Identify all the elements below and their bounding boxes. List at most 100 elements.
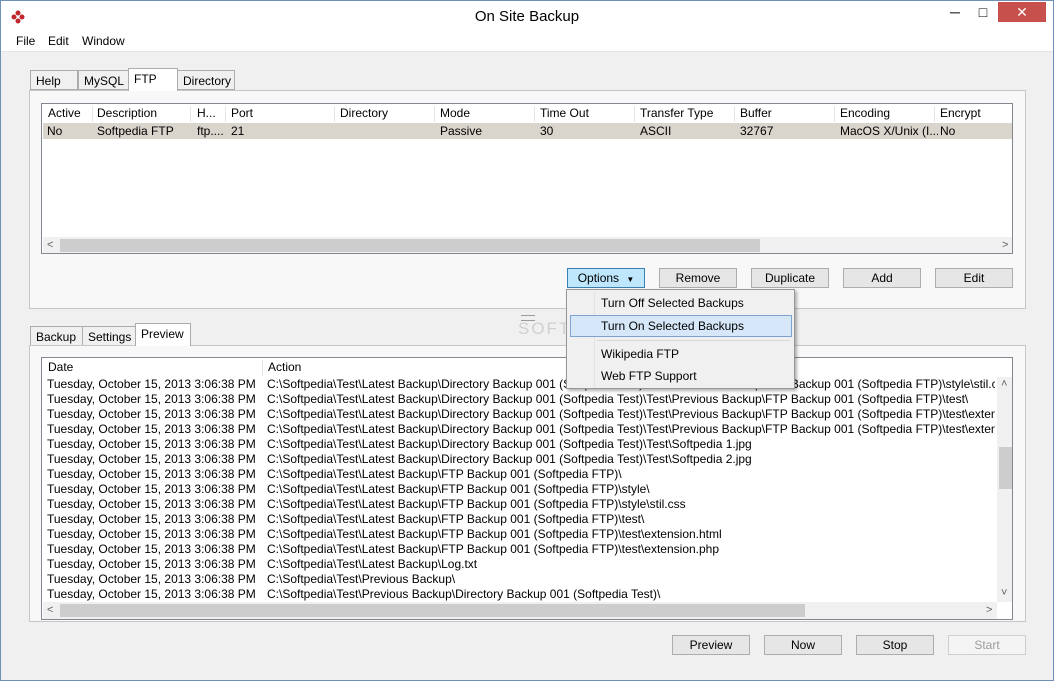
ftp-list-header: Active Description H... Port Directory M…: [42, 104, 1012, 123]
table-row[interactable]: Tuesday, October 15, 2013 3:06:38 PM C:\S…: [42, 407, 997, 422]
table-row-selected[interactable]: No Softpedia FTP ftp.... 21 Passive 30 A…: [43, 123, 1012, 139]
menu-item-wikipedia-ftp[interactable]: Wikipedia FTP: [601, 347, 679, 361]
cell-host: ftp....: [197, 124, 224, 138]
table-row[interactable]: Tuesday, October 15, 2013 3:06:38 PM C:\S…: [42, 437, 997, 452]
menu-window[interactable]: Window: [82, 34, 125, 48]
scrollbar-thumb[interactable]: [999, 447, 1012, 489]
tab-preview[interactable]: Preview: [135, 323, 191, 346]
menu-item-turn-off[interactable]: Turn Off Selected Backups: [601, 296, 744, 310]
tab-help[interactable]: Help: [30, 70, 78, 90]
cell-date: Tuesday, October 15, 2013 3:06:38 PM: [47, 527, 256, 541]
tab-directory[interactable]: Directory: [177, 70, 235, 90]
column-divider[interactable]: [434, 106, 435, 122]
column-divider[interactable]: [534, 106, 535, 122]
column-divider[interactable]: [934, 106, 935, 122]
cell-buffer: 32767: [740, 124, 774, 138]
cell-encrypt: No: [940, 124, 956, 138]
table-row[interactable]: Tuesday, October 15, 2013 3:06:38 PM C:\S…: [42, 422, 997, 437]
preview-button[interactable]: Preview: [672, 635, 750, 655]
table-row[interactable]: Tuesday, October 15, 2013 3:06:38 PM C:\S…: [42, 452, 997, 467]
cell-date: Tuesday, October 15, 2013 3:06:38 PM: [47, 452, 256, 466]
table-row[interactable]: Tuesday, October 15, 2013 3:06:38 PM C:\S…: [42, 557, 997, 572]
column-header[interactable]: Encrypt: [940, 106, 981, 120]
table-row[interactable]: Tuesday, October 15, 2013 3:06:38 PM C:\S…: [42, 527, 997, 542]
tab-mysql[interactable]: MySQL: [78, 70, 129, 90]
column-header[interactable]: Mode: [440, 106, 470, 120]
scroll-right-icon[interactable]: >: [986, 604, 992, 616]
table-row[interactable]: Tuesday, October 15, 2013 3:06:38 PM C:\S…: [42, 392, 997, 407]
table-row[interactable]: Tuesday, October 15, 2013 3:06:38 PM C:\S…: [42, 377, 997, 392]
cell-action: C:\Softpedia\Test\Previous Backup\Direct…: [267, 587, 661, 601]
scrollbar-thumb[interactable]: [60, 604, 805, 617]
table-row[interactable]: Tuesday, October 15, 2013 3:06:38 PM C:\S…: [42, 512, 997, 527]
start-button[interactable]: Start: [948, 635, 1026, 655]
column-header[interactable]: Time Out: [540, 106, 589, 120]
column-divider[interactable]: [834, 106, 835, 122]
scroll-right-icon[interactable]: >: [1002, 239, 1008, 251]
column-divider[interactable]: [334, 106, 335, 122]
table-row[interactable]: Tuesday, October 15, 2013 3:06:38 PM C:\S…: [42, 572, 997, 587]
menu-edit[interactable]: Edit: [48, 34, 69, 48]
stop-button[interactable]: Stop: [856, 635, 934, 655]
preview-vertical-scrollbar[interactable]: ˄ ˅: [997, 377, 1012, 602]
column-header[interactable]: Active: [48, 106, 81, 120]
column-divider[interactable]: [634, 106, 635, 122]
cell-action: C:\Softpedia\Test\Previous Backup\: [267, 572, 456, 586]
close-icon[interactable]: ✕: [998, 2, 1046, 22]
ftp-list-horizontal-scrollbar[interactable]: < >: [43, 237, 1012, 253]
column-divider[interactable]: [734, 106, 735, 122]
cell-date: Tuesday, October 15, 2013 3:06:38 PM: [47, 392, 256, 406]
column-header[interactable]: H...: [197, 106, 216, 120]
tab-ftp[interactable]: FTP: [128, 68, 178, 91]
scroll-left-icon[interactable]: <: [47, 239, 53, 251]
column-divider[interactable]: [92, 106, 93, 122]
table-row[interactable]: Tuesday, October 15, 2013 3:06:38 PM C:\S…: [42, 467, 997, 482]
add-button[interactable]: Add: [843, 268, 921, 288]
edit-button[interactable]: Edit: [935, 268, 1013, 288]
scroll-up-icon[interactable]: ˄: [1001, 378, 1007, 390]
table-row[interactable]: Tuesday, October 15, 2013 3:06:38 PM C:\S…: [42, 482, 997, 497]
column-header[interactable]: Transfer Type: [640, 106, 713, 120]
remove-button[interactable]: Remove: [659, 268, 737, 288]
menu-item-web-ftp-support[interactable]: Web FTP Support: [601, 369, 697, 383]
column-header-date[interactable]: Date: [48, 360, 73, 374]
options-dropdown-button[interactable]: Options ▼: [567, 268, 645, 288]
menu-gutter: [594, 292, 595, 388]
menu-item-turn-on[interactable]: Turn On Selected Backups: [601, 319, 744, 333]
options-menu: Turn Off Selected Backups Turn On Select…: [566, 289, 795, 389]
ftp-backup-list[interactable]: Active Description H... Port Directory M…: [41, 103, 1013, 254]
column-divider[interactable]: [225, 106, 226, 122]
title-bar[interactable]: On Site Backup ─ □ ✕: [1, 1, 1053, 32]
table-row[interactable]: Tuesday, October 15, 2013 3:06:38 PM C:\S…: [42, 542, 997, 557]
cell-date: Tuesday, October 15, 2013 3:06:38 PM: [47, 377, 256, 391]
column-header[interactable]: Port: [231, 106, 253, 120]
cell-active: No: [47, 124, 63, 138]
table-row[interactable]: Tuesday, October 15, 2013 3:06:38 PM C:\S…: [42, 497, 997, 512]
menu-bar: File Edit Window: [1, 32, 1053, 52]
column-header[interactable]: Buffer: [740, 106, 772, 120]
minimize-icon[interactable]: ─: [941, 2, 969, 22]
column-header-action[interactable]: Action: [268, 360, 301, 374]
scrollbar-thumb[interactable]: [60, 239, 760, 252]
scroll-down-icon[interactable]: ˅: [1001, 587, 1007, 599]
column-header[interactable]: Directory: [340, 106, 388, 120]
duplicate-button[interactable]: Duplicate: [751, 268, 829, 288]
column-header[interactable]: Encoding: [840, 106, 890, 120]
column-divider[interactable]: [190, 106, 191, 122]
app-window: On Site Backup ─ □ ✕ File Edit Window He…: [0, 0, 1054, 681]
menu-file[interactable]: File: [16, 34, 35, 48]
table-row[interactable]: Tuesday, October 15, 2013 3:06:38 PM C:\S…: [42, 587, 997, 602]
tab-settings[interactable]: Settings: [82, 326, 136, 346]
column-divider[interactable]: [262, 360, 263, 376]
cell-date: Tuesday, October 15, 2013 3:06:38 PM: [47, 572, 256, 586]
cell-date: Tuesday, October 15, 2013 3:06:38 PM: [47, 557, 256, 571]
now-button[interactable]: Now: [764, 635, 842, 655]
preview-horizontal-scrollbar[interactable]: < >: [43, 602, 997, 619]
maximize-icon[interactable]: □: [969, 2, 997, 22]
column-header[interactable]: Description: [97, 106, 157, 120]
preview-list[interactable]: Date Action Tuesday, October 15, 2013 3:…: [41, 357, 1013, 620]
scroll-left-icon[interactable]: <: [47, 604, 53, 616]
cell-description: Softpedia FTP: [97, 124, 174, 138]
tab-backup[interactable]: Backup: [30, 326, 83, 346]
cell-date: Tuesday, October 15, 2013 3:06:38 PM: [47, 542, 256, 556]
